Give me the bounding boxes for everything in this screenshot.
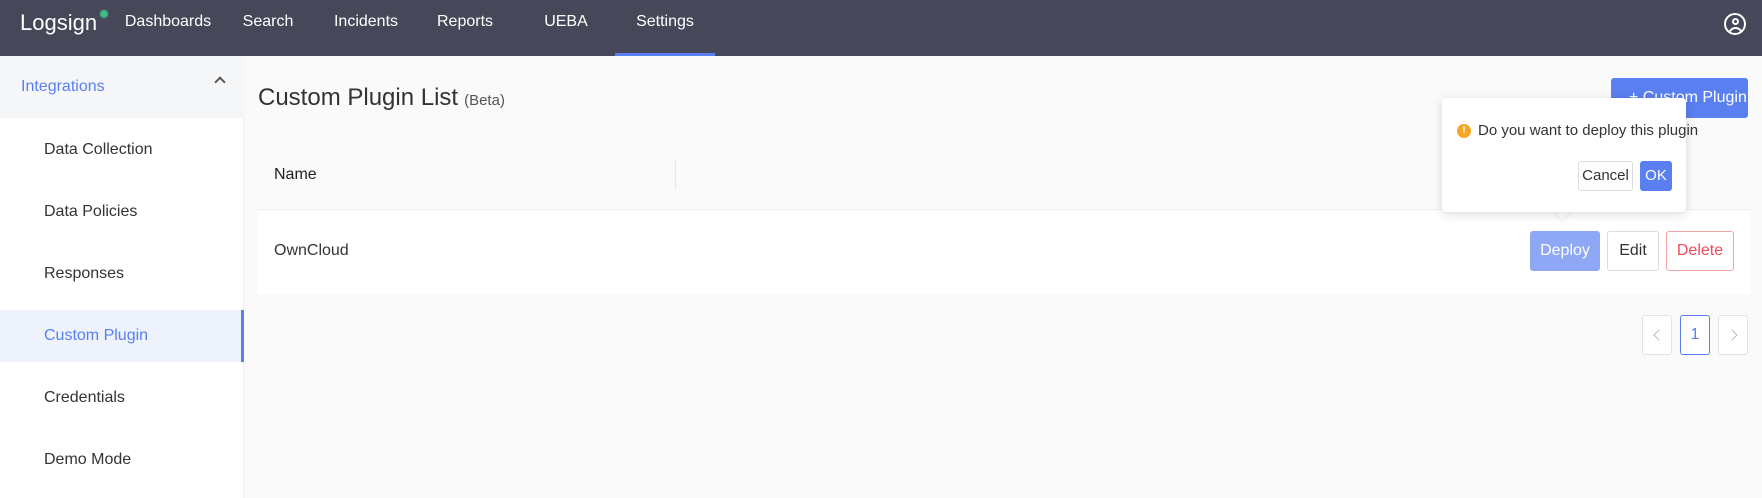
pagination-next[interactable]: [1718, 315, 1748, 355]
cancel-button[interactable]: Cancel: [1578, 161, 1633, 191]
nav-ueba[interactable]: UEBA: [540, 0, 592, 56]
sidebar-item-demo-mode[interactable]: Demo Mode: [0, 434, 244, 486]
chevron-up-icon: [214, 76, 226, 88]
column-header-name: Name: [274, 166, 317, 183]
sidebar-item-custom-plugin[interactable]: Custom Plugin: [0, 310, 244, 362]
pagination-prev[interactable]: [1642, 315, 1672, 355]
top-nav: Logsign ✹ Dashboards Search Incidents Rep…: [0, 0, 1762, 56]
confirm-message: Do you want to deploy this plugin: [1478, 122, 1699, 139]
edit-button[interactable]: Edit: [1607, 231, 1659, 271]
user-circle-icon[interactable]: [1724, 13, 1746, 35]
sidebar-item-credentials[interactable]: Credentials: [0, 372, 244, 424]
chevron-left-icon: [1652, 329, 1665, 341]
deploy-confirm-popover: ! Do you want to deploy this plugin Canc…: [1442, 98, 1698, 212]
sidebar-item-responses[interactable]: Responses: [0, 248, 244, 300]
sidebar-item-data-policies[interactable]: Data Policies: [0, 186, 244, 238]
page-title: Custom Plugin List (Beta): [258, 84, 505, 112]
sidebar-item-data-collection[interactable]: Data Collection: [0, 124, 244, 176]
nav-reports[interactable]: Reports: [432, 0, 498, 56]
beta-badge: (Beta): [464, 92, 505, 109]
logo-text: Logsign: [20, 10, 98, 35]
sidebar: Integrations Data Collection Data Polici…: [0, 56, 244, 498]
logo[interactable]: Logsign ✹: [20, 6, 110, 36]
nav-search[interactable]: Search: [238, 0, 298, 56]
sidebar-group-label: Integrations: [21, 78, 105, 95]
nav-incidents[interactable]: Incidents: [332, 0, 400, 56]
warning-icon: !: [1457, 124, 1471, 138]
table-row-name: OwnCloud: [274, 242, 349, 259]
gear-logo-icon: ✹: [98, 6, 110, 22]
deploy-button[interactable]: Deploy: [1530, 231, 1600, 271]
pagination-page-current[interactable]: 1: [1680, 315, 1710, 355]
nav-dashboards[interactable]: Dashboards: [120, 0, 216, 56]
ok-button[interactable]: OK: [1640, 161, 1672, 191]
delete-button[interactable]: Delete: [1666, 231, 1734, 271]
chevron-right-icon: [1725, 329, 1738, 341]
page-title-text: Custom Plugin List: [258, 84, 459, 111]
column-divider: [675, 160, 676, 190]
nav-settings[interactable]: Settings: [615, 0, 715, 56]
sidebar-group-integrations[interactable]: Integrations: [0, 56, 244, 118]
